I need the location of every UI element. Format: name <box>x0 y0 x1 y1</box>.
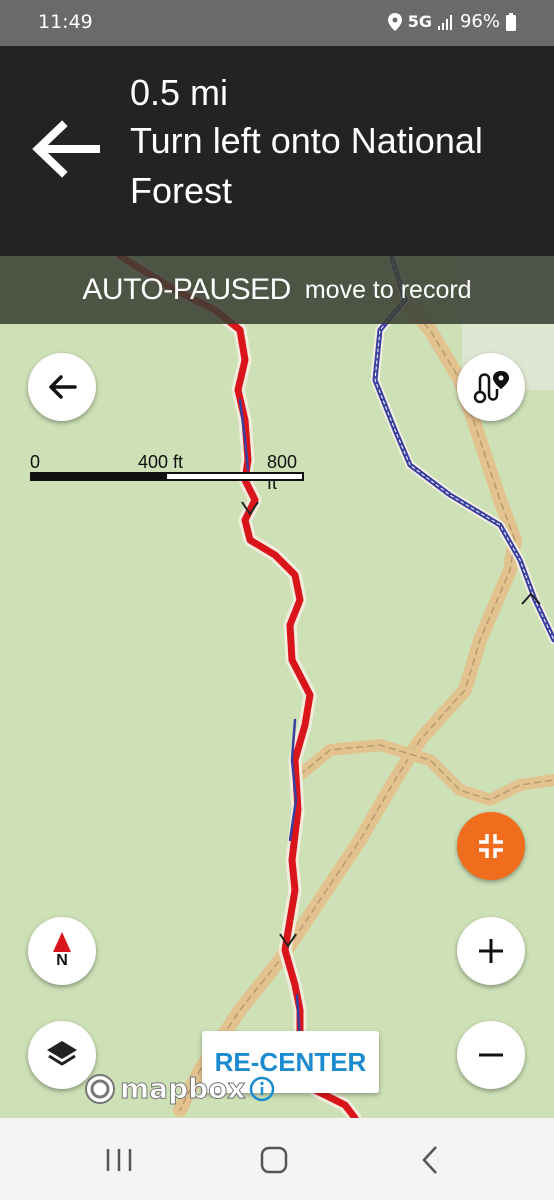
minus-icon <box>479 1053 503 1057</box>
status-time: 11:49 <box>38 11 93 33</box>
exit-fullscreen-button[interactable] <box>457 812 525 880</box>
auto-paused-banner: AUTO-PAUSED move to record <box>0 256 554 324</box>
turn-instruction: Turn left onto National Forest <box>130 120 483 211</box>
compass: N <box>53 932 71 970</box>
scale-label-400: 400 ft <box>138 452 184 472</box>
mapbox-wordmark: mapbox <box>119 1072 246 1106</box>
route-planner-button[interactable] <box>457 353 525 421</box>
recent-apps-button[interactable] <box>97 1138 141 1182</box>
status-indicators: 5G 96% <box>387 11 516 32</box>
turn-distance: 0.5 mi <box>130 72 229 113</box>
auto-paused-subtitle: move to record <box>304 275 472 304</box>
north-arrow-icon <box>53 932 71 952</box>
chevron-left-icon <box>422 1146 437 1174</box>
battery-icon <box>506 12 516 31</box>
network-type: 5G <box>407 12 432 31</box>
zoom-out-button[interactable] <box>457 1021 525 1089</box>
navigation-header: 0.5 mi Turn left onto National Forest <box>0 46 554 256</box>
home-button[interactable] <box>252 1138 296 1182</box>
back-button[interactable] <box>28 353 96 421</box>
system-back-button[interactable] <box>408 1138 452 1182</box>
recent-apps-icon <box>106 1149 132 1171</box>
collapse-icon <box>479 834 503 858</box>
mapbox-attribution[interactable]: mapbox <box>84 1072 275 1106</box>
compass-label: N <box>56 952 68 969</box>
scale-bar-fill <box>32 474 167 479</box>
plus-icon <box>479 939 503 963</box>
auto-paused-title: AUTO-PAUSED <box>82 273 291 306</box>
turn-left-arrow-icon <box>32 120 100 178</box>
home-icon <box>260 1146 288 1174</box>
scale-label-0: 0 <box>30 452 41 472</box>
back-arrow-icon <box>49 375 77 399</box>
compass-button[interactable]: N <box>28 917 96 985</box>
location-icon <box>387 12 402 31</box>
map-scale-bar: 0 400 ft 800 ft <box>28 452 308 493</box>
signal-icon <box>437 14 452 30</box>
mapbox-logo-icon <box>85 1073 115 1104</box>
info-icon[interactable] <box>249 1076 275 1102</box>
status-bar: 11:49 5G 96% <box>0 0 554 46</box>
zoom-in-button[interactable] <box>457 917 525 985</box>
scale-bar-line <box>30 472 304 481</box>
route-pin-icon <box>473 371 509 404</box>
system-navigation-bar <box>0 1118 554 1200</box>
layers-icon <box>47 1041 77 1066</box>
battery-percent: 96% <box>459 11 500 32</box>
